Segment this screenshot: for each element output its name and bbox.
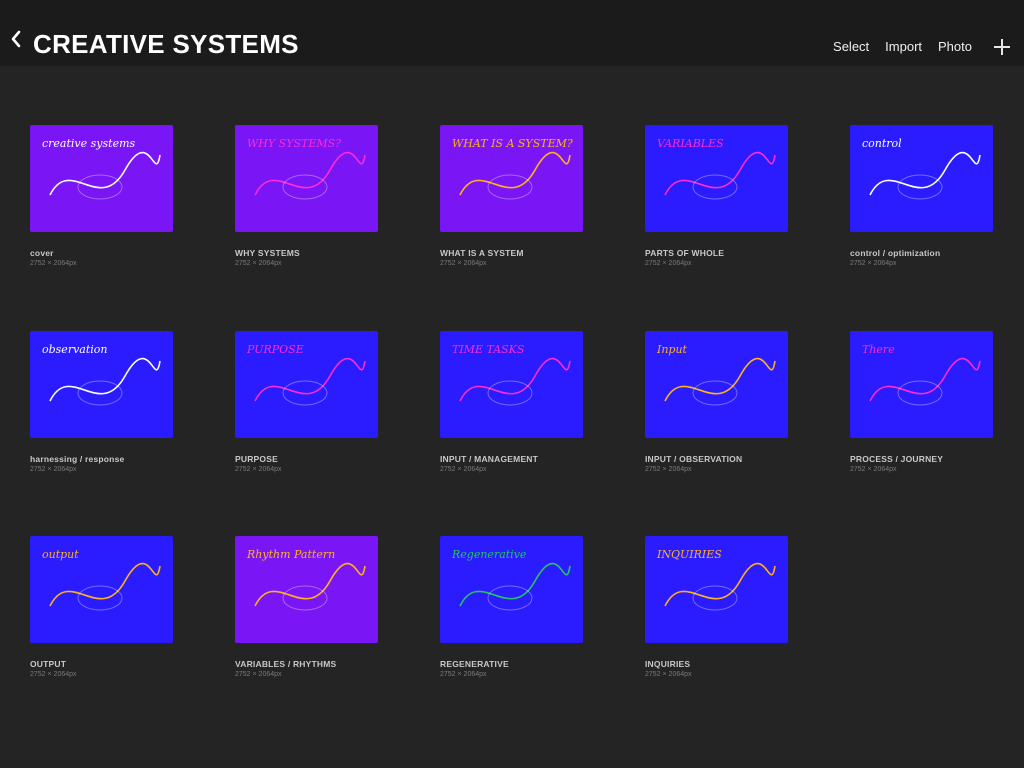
- sketch-text: creative systems: [42, 137, 136, 150]
- page-title: CREATIVE SYSTEMS: [33, 29, 299, 59]
- artwork-thumbnail: WHY SYSTEMS?: [235, 125, 378, 232]
- sketch-text: Regenerative: [451, 548, 527, 561]
- artwork-card[interactable]: WHY SYSTEMS? WHY SYSTEMS 2752 × 2064px: [235, 125, 378, 331]
- artwork-card[interactable]: TIME TASKS INPUT / MANAGEMENT 2752 × 2064p…: [440, 330, 583, 537]
- top-bar: CREATIVE SYSTEMS Select Import Photo: [0, 0, 1024, 66]
- artwork-thumbnail: There: [850, 330, 993, 438]
- artwork-thumbnail: Rhythm Pattern: [235, 536, 378, 643]
- sketch-art: output: [42, 548, 161, 611]
- artwork-card[interactable]: PURPOSE PURPOSE 2752 × 2064px: [235, 330, 378, 537]
- sketch-text: observation: [42, 343, 108, 356]
- artwork-thumbnail: TIME TASKS: [440, 330, 583, 438]
- sketch-art: PURPOSE: [246, 343, 366, 405]
- artwork-dimensions: 2752 × 2064px: [850, 260, 897, 267]
- sketch-text: Rhythm Pattern: [246, 548, 335, 561]
- artwork-card[interactable]: observation harnessing / response 2752 × 2…: [30, 330, 173, 537]
- sketch-art: INQUIRIES: [656, 548, 776, 611]
- artwork-title: harnessing / response: [30, 453, 125, 464]
- sketch-text: Input: [656, 343, 688, 356]
- sketch-art: WHY SYSTEMS?: [247, 137, 366, 200]
- artwork-thumbnail: observation: [30, 330, 173, 438]
- artwork-title: cover: [30, 248, 54, 258]
- artwork-card[interactable]: Regenerative REGENERATIVE 2752 × 2064px: [440, 536, 583, 742]
- artwork-dimensions: 2752 × 2064px: [645, 465, 692, 473]
- sketch-text: VARIABLES: [657, 137, 724, 150]
- artwork-dimensions: 2752 × 2064px: [235, 671, 282, 678]
- sketch-art: creative systems: [42, 137, 161, 200]
- sketch-art: Rhythm Pattern: [246, 548, 366, 611]
- artwork-card[interactable]: Rhythm Pattern VARIABLES / RHYTHMS 2752 × …: [235, 536, 378, 742]
- artwork-title: WHY SYSTEMS: [235, 248, 300, 258]
- artwork-title: REGENERATIVE: [440, 659, 509, 669]
- artwork-thumbnail: output: [30, 536, 173, 643]
- artwork-thumbnail: Input: [645, 330, 788, 438]
- artwork-dimensions: 2752 × 2064px: [440, 260, 487, 267]
- sketch-art: There: [862, 343, 981, 405]
- sketch-text: WHY SYSTEMS?: [247, 137, 341, 150]
- artwork-gallery: creative systems cover 2752 × 2064px WHY SY…: [30, 125, 993, 742]
- sketch-text: INQUIRIES: [656, 548, 722, 561]
- sketch-art: Regenerative: [451, 548, 571, 611]
- artwork-dimensions: 2752 × 2064px: [440, 671, 487, 678]
- artwork-title: control / optimization: [850, 248, 941, 258]
- artwork-title: WHAT IS A SYSTEM: [440, 248, 524, 258]
- photo-button[interactable]: Photo: [938, 38, 972, 56]
- artwork-dimensions: 2752 × 2064px: [30, 465, 77, 473]
- artwork-thumbnail: INQUIRIES: [645, 536, 788, 643]
- artwork-title: INQUIRIES: [645, 659, 691, 669]
- artwork-title: PARTS OF WHOLE: [645, 248, 725, 258]
- artwork-dimensions: 2752 × 2064px: [30, 260, 77, 267]
- artwork-dimensions: 2752 × 2064px: [235, 260, 282, 267]
- artwork-thumbnail: WHAT IS A SYSTEM?: [440, 125, 583, 232]
- artwork-card[interactable]: There PROCESS / JOURNEY 2752 × 2064px: [850, 330, 993, 537]
- artwork-title: VARIABLES / RHYTHMS: [235, 659, 337, 669]
- artwork-dimensions: 2752 × 2064px: [30, 671, 77, 678]
- artwork-card[interactable]: Input INPUT / OBSERVATION 2752 × 2064px: [645, 330, 788, 537]
- sketch-text: There: [862, 343, 895, 356]
- sketch-text: control: [862, 137, 902, 150]
- artwork-title: PROCESS / JOURNEY: [850, 453, 944, 464]
- sketch-art: TIME TASKS: [452, 343, 571, 405]
- select-button[interactable]: Select: [833, 38, 869, 56]
- chevron-left-icon: [11, 30, 21, 48]
- artwork-card[interactable]: INQUIRIES INQUIRIES 2752 × 2064px: [645, 536, 788, 742]
- sketch-art: control: [862, 137, 981, 200]
- artwork-card[interactable]: VARIABLES PARTS OF WHOLE 2752 × 2064px: [645, 125, 788, 331]
- toolbar-actions: Select Import Photo: [817, 38, 1010, 56]
- back-button[interactable]: [10, 30, 22, 48]
- artwork-dimensions: 2752 × 2064px: [645, 260, 692, 267]
- artwork-thumbnail: VARIABLES: [645, 125, 788, 232]
- artwork-card[interactable]: WHAT IS A SYSTEM? WHAT IS A SYSTEM 2752 × …: [440, 125, 583, 331]
- artwork-thumbnail: control: [850, 125, 993, 232]
- artwork-thumbnail: PURPOSE: [235, 330, 378, 438]
- sketch-text: output: [42, 548, 79, 561]
- plus-icon[interactable]: [994, 39, 1010, 55]
- artwork-card[interactable]: creative systems cover 2752 × 2064px: [30, 125, 173, 331]
- artwork-dimensions: 2752 × 2064px: [440, 465, 487, 473]
- artwork-dimensions: 2752 × 2064px: [645, 671, 692, 678]
- artwork-card[interactable]: output OUTPUT 2752 × 2064px: [30, 536, 173, 742]
- artwork-title: INPUT / MANAGEMENT: [440, 453, 539, 464]
- sketch-text: WHAT IS A SYSTEM?: [452, 137, 573, 150]
- artwork-title: PURPOSE: [235, 453, 278, 464]
- sketch-text: TIME TASKS: [452, 343, 525, 356]
- sketch-art: VARIABLES: [657, 137, 776, 200]
- artwork-dimensions: 2752 × 2064px: [235, 465, 282, 473]
- artwork-thumbnail: Regenerative: [440, 536, 583, 643]
- sketch-art: Input: [656, 343, 776, 405]
- artwork-card[interactable]: control control / optimization 2752 × 2064…: [850, 125, 993, 331]
- sketch-art: WHAT IS A SYSTEM?: [452, 137, 573, 200]
- sketch-art: observation: [42, 343, 161, 405]
- artwork-dimensions: 2752 × 2064px: [850, 465, 897, 473]
- import-button[interactable]: Import: [885, 38, 922, 56]
- artwork-title: OUTPUT: [30, 659, 67, 669]
- artwork-thumbnail: creative systems: [30, 125, 173, 232]
- artwork-title: INPUT / OBSERVATION: [645, 453, 743, 464]
- sketch-text: PURPOSE: [246, 343, 304, 356]
